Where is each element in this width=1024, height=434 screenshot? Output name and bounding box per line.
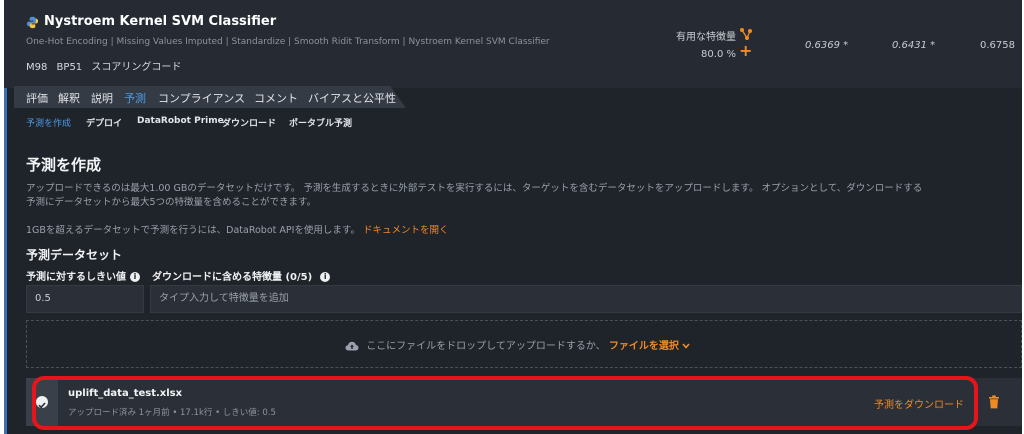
info-icon[interactable]: i: [130, 272, 140, 282]
threshold-input[interactable]: 0.5: [26, 285, 144, 313]
subtab-portable-predictions[interactable]: ポータブル予測: [289, 116, 352, 129]
model-tabs: 評価 解釈 説明 予測 コンプライアンス コメント バイアスと公平性: [14, 86, 406, 108]
blueprint-description: One-Hot Encoding | Missing Values Impute…: [26, 37, 550, 47]
cloud-upload-icon: [345, 341, 359, 351]
tab-describe[interactable]: 説明: [91, 90, 113, 106]
description-line-2: 予測にデータセットから最大5つの特徴量を含めることができます。: [26, 197, 317, 208]
python-icon: [26, 16, 39, 29]
tab-understand[interactable]: 解釈: [58, 90, 80, 106]
subtab-datarobot-prime[interactable]: DataRobot Prime: [137, 116, 224, 126]
api-note-text: 1GBを超えるデータセットで予測を行うには、DataRobot APIを使用しま…: [26, 225, 360, 236]
subtab-download[interactable]: ダウンロード: [222, 116, 276, 129]
feature-network-icon[interactable]: [739, 27, 753, 41]
tab-bias-fairness[interactable]: バイアスと公平性: [308, 90, 396, 106]
scoring-code-badge: スコアリングコード: [91, 62, 182, 73]
model-id-badge: M98: [26, 62, 48, 73]
dataset-section-title: 予測データセット: [26, 248, 123, 262]
model-header: Nystroem Kernel SVM Classifier One-Hot E…: [4, 0, 1022, 88]
chevron-down-icon: [682, 343, 690, 349]
sample-percent: 80.0 %: [701, 49, 736, 60]
open-docs-link[interactable]: ドキュメントを開く: [363, 225, 449, 236]
tab-evaluate[interactable]: 評価: [26, 90, 48, 106]
holdout-score: 0.6758: [980, 40, 1015, 51]
tab-predict[interactable]: 予測: [124, 90, 146, 106]
features-input[interactable]: タイプ入力して特徴量を追加: [150, 285, 1022, 313]
subtab-deploy[interactable]: デプロイ: [86, 116, 122, 129]
feature-list-label: 有用な特徴量: [676, 32, 736, 43]
tab-comments[interactable]: コメント: [254, 90, 298, 106]
validation-score: 0.6369 *: [805, 40, 849, 51]
file-dropzone[interactable]: ここにファイルをドロップしてアップロードするか、 ファイルを選択: [26, 320, 1022, 368]
page-title: 予測を作成: [26, 156, 102, 174]
info-icon[interactable]: i: [320, 272, 331, 282]
app-frame: Nystroem Kernel SVM Classifier One-Hot E…: [4, 0, 1022, 434]
features-label-text: ダウンロードに含める特徴量 (0/5): [152, 272, 313, 283]
choose-file-button[interactable]: ファイルを選択: [609, 341, 690, 352]
model-title[interactable]: Nystroem Kernel SVM Classifier: [44, 14, 276, 29]
dropzone-label: ここにファイルをドロップしてアップロードするか、: [366, 341, 606, 352]
blueprint-id-badge: BP51: [56, 62, 83, 73]
model-badges: M98 BP51 スコアリングコード: [26, 58, 187, 73]
threshold-label: 予測に対するしきい値 i: [26, 268, 140, 283]
choose-file-label: ファイルを選択: [608, 341, 679, 352]
highlight-annotation: [32, 376, 978, 430]
tab-compliance[interactable]: コンプライアンス: [158, 90, 245, 106]
subtab-make-predictions[interactable]: 予測を作成: [26, 116, 71, 129]
api-note: 1GBを超えるデータセットで予測を行うには、DataRobot APIを使用しま…: [26, 222, 449, 236]
cross-validation-score: 0.6431 *: [892, 40, 936, 51]
features-label: ダウンロードに含める特徴量 (0/5) i: [152, 268, 331, 283]
trash-icon[interactable]: [988, 395, 1000, 409]
feature-list-info: 有用な特徴量 80.0 %: [664, 28, 736, 60]
plus-icon[interactable]: +: [739, 43, 753, 59]
description-line-1: アップロードできるのは最大1.00 GBのデータセットだけです。 予測を生成する…: [26, 183, 923, 194]
threshold-label-text: 予測に対するしきい値: [26, 272, 126, 283]
dropzone-text: ここにファイルをドロップしてアップロードするか、 ファイルを選択: [345, 337, 690, 352]
